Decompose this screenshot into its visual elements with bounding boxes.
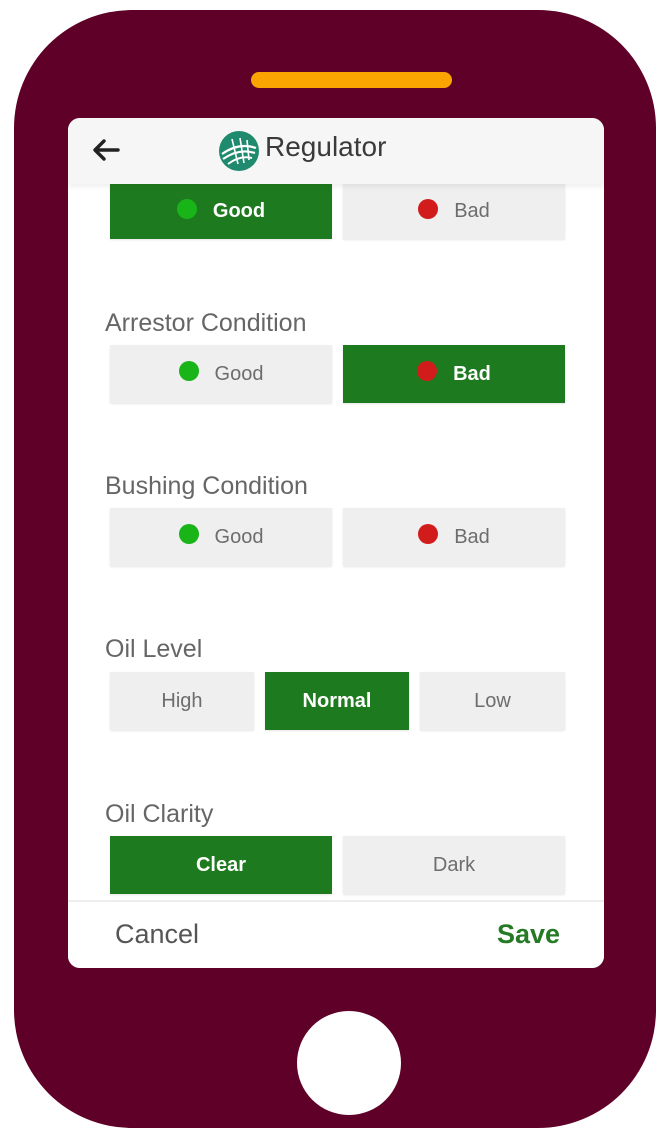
option-label: Good — [212, 200, 266, 222]
option-label: Good — [214, 525, 264, 548]
oil-level-normal-button[interactable]: Normal — [265, 672, 409, 730]
bushing-condition-label: Bushing Condition — [105, 472, 308, 500]
arrestor-condition-bad-button[interactable]: Bad — [343, 345, 565, 403]
oil-clarity-dark-button[interactable]: Dark — [343, 836, 565, 894]
option-label: Bad — [454, 200, 490, 222]
oil-level-high-button[interactable]: High — [110, 672, 254, 730]
option-label: Normal — [302, 689, 372, 712]
red-dot-icon — [418, 524, 439, 544]
top-condition-bad-button[interactable]: Bad — [343, 184, 565, 239]
green-dot-icon — [178, 361, 199, 381]
option-label: Dark — [432, 853, 476, 876]
option-label: High — [161, 689, 203, 712]
arrestor-condition-label: Arrestor Condition — [105, 309, 307, 337]
phone-home-button[interactable] — [297, 1011, 401, 1115]
option-label: Bad — [453, 362, 491, 385]
oil-level-label: Oil Level — [105, 635, 203, 663]
green-dot-icon — [176, 198, 197, 219]
option-label: Clear — [195, 853, 247, 876]
cooperative-logo-icon — [219, 131, 259, 171]
oil-level-low-button[interactable]: Low — [420, 672, 565, 730]
app-screen: Regulator Good Bad Arrestor Condition Go… — [68, 118, 604, 968]
option-label: Good — [214, 362, 264, 385]
oil-clarity-label: Oil Clarity — [105, 800, 214, 828]
green-dot-icon — [178, 524, 199, 544]
top-condition-good-button[interactable]: Good — [110, 184, 332, 239]
bushing-condition-bad-button[interactable]: Bad — [343, 508, 565, 566]
cancel-button[interactable]: Cancel — [115, 918, 199, 950]
red-dot-icon — [417, 361, 438, 381]
phone-speaker — [251, 72, 452, 88]
oil-clarity-clear-button[interactable]: Clear — [110, 836, 332, 894]
action-footer: Cancel Save — [68, 900, 604, 968]
save-button[interactable]: Save — [497, 918, 560, 950]
page-title: Regulator — [265, 131, 387, 162]
option-label: Low — [474, 689, 511, 712]
app-header: Regulator — [68, 118, 604, 184]
red-dot-icon — [418, 198, 439, 219]
bushing-condition-good-button[interactable]: Good — [110, 508, 332, 566]
form-content[interactable]: Good Bad Arrestor Condition Good Bad Bus… — [68, 184, 604, 900]
arrow-left-icon[interactable] — [88, 132, 124, 168]
arrestor-condition-good-button[interactable]: Good — [110, 345, 332, 403]
option-label: Bad — [454, 525, 490, 548]
